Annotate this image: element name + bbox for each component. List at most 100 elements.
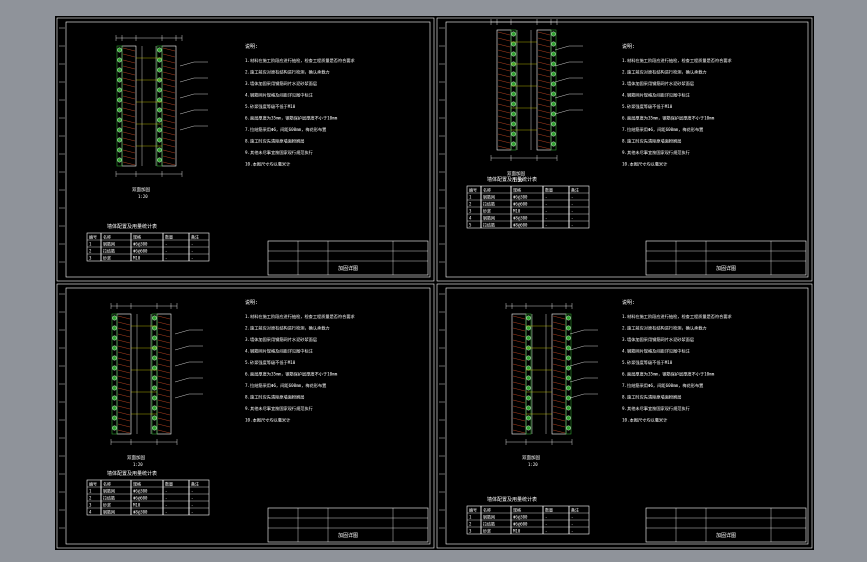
rebar-dot: [526, 325, 531, 331]
drawing-line: [157, 339, 171, 344]
rebar-dot: [526, 315, 531, 321]
drawing-line: [122, 131, 136, 136]
rebar-dot: [526, 385, 531, 391]
drawing-line: [512, 351, 526, 356]
table-cell: -: [191, 488, 193, 493]
table-header-cell: 规格: [133, 233, 141, 239]
drawing-line: [512, 423, 526, 428]
drawing-line: [537, 79, 551, 84]
table-cell: 2: [469, 201, 472, 206]
drawing-line: [162, 137, 176, 142]
table-cell: M10: [513, 528, 521, 533]
rebar-dot: [152, 315, 157, 321]
rebar-dot: [566, 355, 571, 361]
drawing-line: [162, 101, 176, 106]
drawing-line: [157, 321, 171, 326]
drawing-line: [122, 119, 136, 124]
drawing-line: [512, 339, 526, 344]
table-cell: -: [165, 241, 167, 246]
drawing-line: [162, 53, 176, 58]
drawing-line: [179, 61, 195, 67]
table-cell: 钢筋网: [483, 193, 495, 199]
drawing-line: [497, 115, 511, 120]
drawing-line: [157, 423, 171, 428]
drawing-line: [512, 345, 526, 350]
drawing-sheet: 双面加固1:20 说明: 1.材料在施工阶段应进行抽检，检查工程质量是否符合要求 2.…: [56, 283, 435, 549]
table-cell: -: [571, 528, 573, 533]
rebar-dot: [112, 345, 117, 351]
table-cell: -: [545, 208, 547, 213]
drawing-line: [552, 405, 566, 410]
drawing-line: [117, 369, 131, 374]
table-header-cell: 编号: [469, 186, 477, 192]
table-cell: -: [165, 488, 167, 493]
drawing-line: [122, 149, 136, 154]
drawing-line: [162, 107, 176, 112]
drawing-line: [117, 417, 131, 422]
rebar-dot: [566, 425, 571, 431]
rebar-dot: [511, 81, 516, 87]
drawing-line: [552, 417, 566, 422]
drawing-line: [569, 361, 585, 367]
note-line: 3.墙体加固采用钢筋网片水泥砂浆面层: [245, 336, 317, 343]
note-line: 3.墙体加固采用钢筋网片水泥砂浆面层: [245, 80, 317, 87]
note-line: 2.施工前应对原有结构进行检测，确认承载力: [622, 69, 707, 76]
drawing-line: [162, 119, 176, 124]
drawing-line: [497, 55, 511, 60]
drawing-line: [512, 387, 526, 392]
table-cell: M10: [133, 255, 141, 260]
table-cell: -: [571, 521, 573, 526]
drawing-line: [552, 321, 566, 326]
table-cell: 1: [469, 514, 472, 519]
drawing-line: [512, 381, 526, 386]
drawing-line: [512, 357, 526, 362]
table-header-cell: 编号: [89, 233, 97, 239]
drawing-line: [537, 115, 551, 120]
drawing-line: [174, 361, 190, 367]
rebar-dot: [526, 375, 531, 381]
rebar-dot: [112, 395, 117, 401]
drawing-line: [537, 73, 551, 78]
table-cell: 1: [469, 194, 472, 199]
table-cell: -: [165, 255, 167, 260]
table-cell: 3: [89, 255, 92, 260]
note-line: 9.其他未尽事宜按国家现行规范执行: [622, 405, 690, 412]
drawing-line: [537, 31, 551, 36]
table-cell: 2: [469, 521, 472, 526]
table-cell: -: [571, 222, 573, 227]
note-line: 3.墙体加固采用钢筋网片水泥砂浆面层: [622, 336, 694, 343]
rebar-dot: [157, 107, 162, 113]
rebar-dot: [117, 77, 122, 83]
drawing-line: [552, 423, 566, 428]
note-line: 6.面层厚度为35mm，钢筋保护层厚度不小于10mm: [622, 115, 715, 122]
table-cell: -: [545, 215, 547, 220]
rebar-dot: [157, 47, 162, 53]
table-cell: -: [545, 201, 547, 206]
note-line: 2.施工前应对原有结构进行检测，确认承载力: [245, 325, 330, 332]
rebar-dot: [117, 137, 122, 143]
note-line: 4.钢筋网片规格及间距详见图中标注: [622, 92, 691, 99]
table-header-cell: 规格: [133, 480, 141, 486]
table-cell: Φ6@600: [133, 495, 148, 500]
note-line: 1.材料在施工阶段应进行抽检，检查工程质量是否符合要求: [622, 57, 733, 64]
wall-outline: [511, 313, 527, 435]
drawing-line: [162, 77, 176, 82]
rebar-dot: [551, 141, 556, 147]
drawing-line: [162, 113, 176, 118]
rebar-dot: [157, 127, 162, 133]
drawing-line: [537, 145, 551, 150]
rebar-dot: [152, 365, 157, 371]
drawing-line: [537, 133, 551, 138]
note-line: 10.本图尺寸均以毫米计: [245, 417, 290, 424]
drawing-line: [569, 393, 585, 399]
drawing-line: [537, 49, 551, 54]
drawing-line: [162, 143, 176, 148]
rebar-dot: [157, 97, 162, 103]
rebar-dot: [551, 131, 556, 137]
rebar-dot: [511, 141, 516, 147]
drawing-line: [552, 327, 566, 332]
table-cell: -: [191, 509, 193, 514]
rebar-dot: [526, 335, 531, 341]
drawing-line: [512, 375, 526, 380]
drawing-line: [497, 91, 511, 96]
